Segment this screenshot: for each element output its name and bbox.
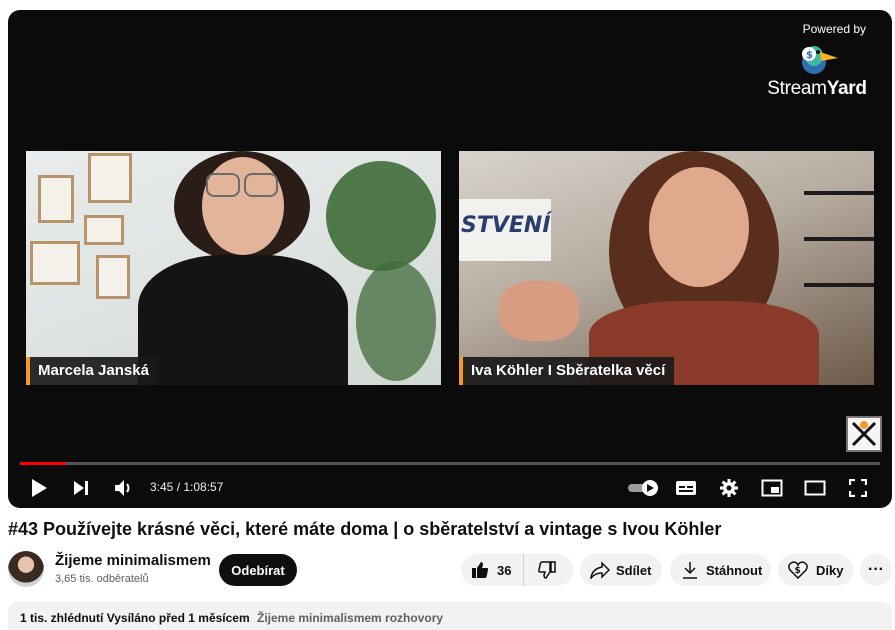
view-count: 1 tis. zhlédnutí — [20, 611, 104, 625]
miniplayer-button[interactable] — [760, 476, 784, 500]
svg-text:$: $ — [806, 50, 813, 61]
streamyard-wordmark: StreamYard — [767, 78, 867, 99]
more-icon: ··· — [868, 561, 884, 578]
fullscreen-icon — [849, 479, 867, 497]
thumbs-up-icon — [472, 562, 489, 578]
participant-name-tag: Marcela Janská — [26, 357, 159, 385]
play-button[interactable] — [27, 476, 51, 500]
x-logo-icon — [851, 421, 877, 447]
theater-icon — [804, 480, 826, 496]
svg-text:$: $ — [795, 566, 801, 576]
participant-video-right: STVENÍ Iva Köhler I Sběratelka věcí — [459, 151, 874, 385]
backdrop-sign: STVENÍ — [459, 199, 551, 261]
channel-name[interactable]: Žijeme minimalismem — [55, 552, 211, 569]
participant-video-left: Marcela Janská — [26, 151, 441, 385]
channel-watermark[interactable] — [846, 416, 882, 452]
fullscreen-button[interactable] — [846, 476, 870, 500]
wall-picture — [38, 175, 74, 223]
dislike-button[interactable] — [524, 554, 570, 586]
like-dislike-group: 36 — [461, 554, 573, 586]
video-title: #43 Používejte krásné věci, které máte d… — [8, 519, 722, 539]
wall-picture — [96, 255, 130, 299]
wall-picture — [88, 153, 132, 203]
playlist-link[interactable]: Žijeme minimalismem rozhovory — [257, 611, 443, 625]
play-icon — [32, 479, 47, 497]
shelf — [804, 191, 874, 195]
face — [202, 157, 284, 255]
autoplay-toggle-icon — [628, 480, 658, 496]
share-icon — [590, 561, 610, 579]
glasses — [244, 173, 278, 197]
participant-name-tag: Iva Köhler I Sběratelka věcí — [459, 357, 674, 385]
autoplay-toggle[interactable] — [626, 476, 662, 500]
more-actions-button[interactable]: ··· — [860, 554, 892, 586]
miniplayer-icon — [761, 479, 783, 497]
theater-button[interactable] — [803, 476, 827, 500]
download-label: Stáhnout — [706, 562, 763, 578]
share-label: Sdílet — [616, 562, 652, 578]
volume-button[interactable] — [111, 476, 135, 500]
heart-dollar-icon: $ — [788, 561, 808, 579]
streamyard-logo-icon: $ — [802, 46, 838, 74]
publish-date: Vysíláno před 1 měsícem — [106, 611, 250, 625]
settings-button[interactable] — [717, 476, 741, 500]
shelf — [804, 237, 874, 241]
captions-icon — [676, 481, 696, 495]
next-icon — [74, 481, 88, 495]
shelf — [804, 283, 874, 287]
player-controls: 3:45 / 1:08:57 — [8, 472, 892, 502]
hand — [499, 281, 579, 341]
subscribe-button[interactable]: Odebírat — [219, 554, 297, 586]
channel-avatar[interactable] — [8, 551, 44, 587]
progress-bar[interactable] — [20, 462, 880, 465]
captions-button[interactable] — [674, 476, 698, 500]
wall-picture — [30, 241, 80, 285]
plant — [356, 261, 436, 381]
progress-played — [20, 462, 67, 465]
gear-icon — [720, 479, 738, 497]
thanks-label: Díky — [816, 562, 844, 578]
like-button[interactable]: 36 — [461, 554, 525, 586]
subscriber-count: 3,65 tis. odběratelů — [55, 573, 149, 585]
volume-icon — [115, 480, 130, 496]
download-button[interactable]: Stáhnout — [670, 554, 771, 586]
time-display: 3:45 / 1:08:57 — [150, 480, 224, 494]
face — [649, 167, 749, 287]
video-player[interactable]: Powered by $ StreamYard Marcela Janská S… — [8, 10, 892, 508]
next-button[interactable] — [69, 476, 93, 500]
share-button[interactable]: Sdílet — [580, 554, 662, 586]
powered-by-text: Powered by — [802, 22, 866, 36]
thanks-button[interactable]: $ Díky — [778, 554, 853, 586]
wall-picture — [84, 215, 124, 245]
download-icon — [683, 562, 697, 579]
like-count: 36 — [497, 562, 512, 578]
plant — [326, 161, 436, 271]
glasses — [206, 173, 240, 197]
body — [138, 255, 348, 385]
description-box[interactable]: 1 tis. zhlédnutí Vysíláno před 1 měsícem… — [8, 602, 892, 630]
streamyard-branding: Powered by $ StreamYard — [762, 22, 872, 100]
thumbs-down-icon — [538, 561, 557, 579]
